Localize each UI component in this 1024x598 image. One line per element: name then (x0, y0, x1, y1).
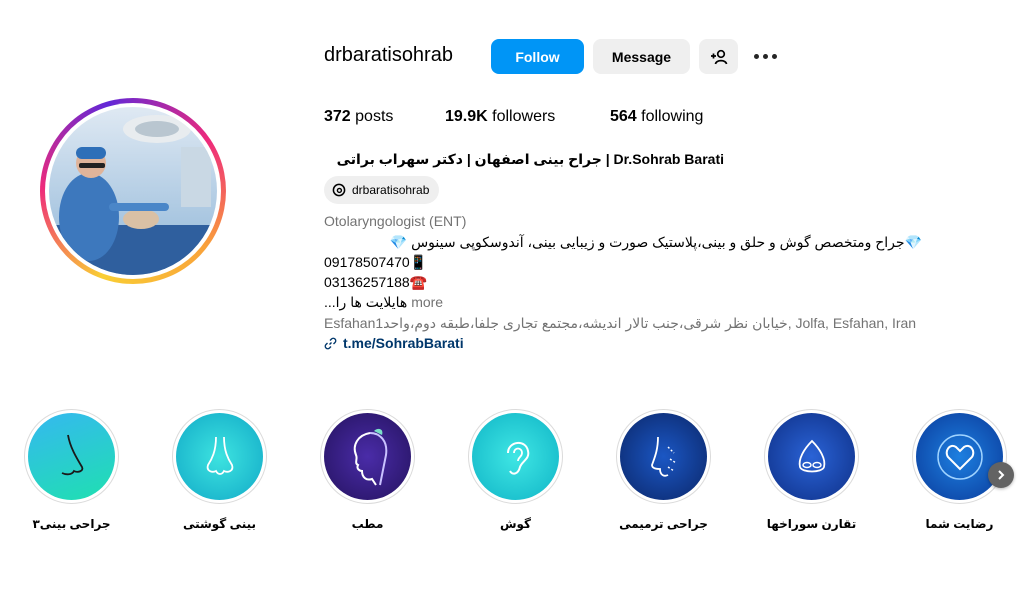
message-button[interactable]: Message (593, 39, 690, 74)
highlight-label: رضایت شما (925, 517, 994, 531)
highlight-label: جراحی بینی۳ (32, 517, 111, 531)
highlight-item[interactable]: جراحی ترمیمی (616, 409, 711, 531)
nose-profile-icon (61, 434, 83, 475)
highlight-ring (616, 409, 711, 504)
highlight-ring (320, 409, 415, 504)
dot-icon (753, 53, 759, 59)
highlight-cover (472, 413, 559, 500)
add-user-button[interactable] (699, 39, 738, 74)
heart-icon (936, 433, 983, 480)
highlight-ring (24, 409, 119, 504)
highlight-cover (324, 413, 411, 500)
nose-front-icon (206, 436, 233, 475)
bio-phone-mobile: 09178507470📱 (324, 254, 428, 270)
dot-icon (762, 53, 768, 59)
profile-full-name: Dr.Sohrab Barati | جراح بینی اصفهان | دک… (336, 151, 724, 167)
following-label: following (641, 108, 704, 125)
highlight-cover (28, 413, 115, 500)
highlight-label: گوش (499, 517, 532, 531)
highlight-item[interactable]: بینی گوشتی (172, 409, 267, 531)
highlight-ring (912, 409, 1007, 504)
bio-phone-office: 03136257188☎️ (324, 274, 428, 290)
highlight-item[interactable]: گوش (468, 409, 563, 531)
highlight-label: تقارن سوراخها (766, 517, 857, 531)
bio-external-link[interactable]: t.me/SohrabBarati (324, 335, 464, 351)
highlight-item[interactable]: مطب (320, 409, 415, 531)
bio-line-4: هایلایت ها را... more (324, 294, 443, 311)
highlight-cover (768, 413, 855, 500)
highlight-label: بینی گوشتی (182, 517, 257, 531)
add-user-icon (710, 49, 727, 64)
posts-count: 372 (324, 108, 351, 125)
profile-category: Otolaryngologist (ENT) (324, 213, 467, 229)
bio-highlights-text: هایلایت ها را... (324, 294, 408, 310)
followers-stat[interactable]: 19.9K followers (445, 108, 555, 126)
highlight-label: مطب (351, 517, 384, 531)
highlight-label: جراحی ترمیمی (619, 517, 708, 531)
bio-line-1: 💎جراح ومتخصص گوش و حلق و بینی،پلاستیک صو… (389, 234, 922, 250)
posts-stat: 372 posts (324, 108, 393, 126)
threads-icon (332, 183, 346, 197)
followers-count: 19.9K (445, 108, 488, 125)
link-icon (324, 337, 337, 349)
highlight-ring (764, 409, 859, 504)
ear-icon (506, 441, 529, 475)
following-stat[interactable]: 564 following (610, 108, 703, 126)
threads-link[interactable]: drbaratisohrab (324, 176, 440, 204)
bio-address: Esfahan1خیابان نظر شرقی،جنب تالار اندیشه… (324, 315, 917, 331)
face-profile-icon (353, 428, 387, 486)
highlight-cover (620, 413, 707, 500)
more-link[interactable]: more (411, 294, 443, 310)
profile-avatar-ring[interactable] (40, 98, 226, 284)
posts-label: posts (355, 108, 394, 125)
highlight-item[interactable]: جراحی بینی۳ (24, 409, 119, 531)
avatar[interactable] (49, 107, 217, 275)
follow-button[interactable]: Follow (491, 39, 584, 74)
avatar-border (45, 103, 221, 279)
profile-username: drbaratisohrab (324, 44, 453, 66)
surgeon-photo (49, 107, 217, 275)
followers-label: followers (492, 108, 556, 125)
threads-handle: drbaratisohrab (352, 183, 430, 197)
dot-icon (771, 53, 777, 59)
highlight-cover (176, 413, 263, 500)
following-count: 564 (610, 108, 637, 125)
face-surgery-icon (650, 436, 676, 477)
nostrils-icon (798, 439, 825, 472)
highlight-ring (468, 409, 563, 504)
more-options-button[interactable] (750, 44, 780, 68)
highlight-cover (916, 413, 1003, 500)
highlight-ring (172, 409, 267, 504)
chevron-right-icon (998, 470, 1005, 480)
highlight-item[interactable]: تقارن سوراخها (764, 409, 859, 531)
highlights-next-button[interactable] (988, 462, 1014, 488)
link-text: t.me/SohrabBarati (343, 335, 464, 351)
